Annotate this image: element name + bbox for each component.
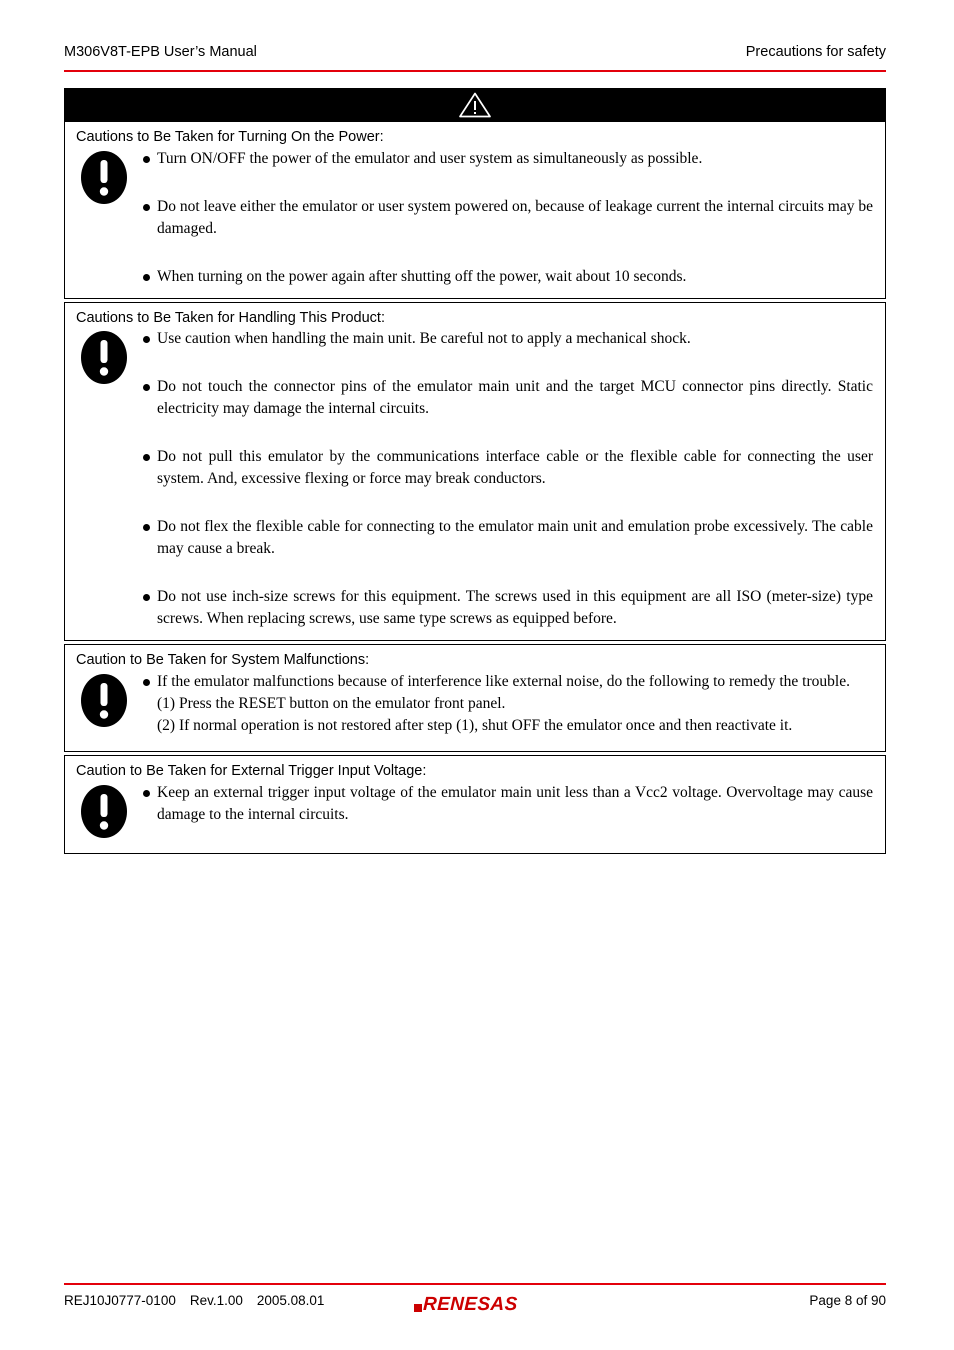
section-body: If the emulator malfunctions because of … [65, 671, 885, 751]
caution-section-external-trigger-voltage: Caution to Be Taken for External Trigger… [64, 755, 886, 854]
caution-section-turning-on-power: Cautions to Be Taken for Turning On the … [64, 122, 886, 299]
footer-document-number: REJ10J0777-0100 [64, 1293, 176, 1308]
section-body: Turn ON/OFF the power of the emulator an… [65, 148, 885, 298]
caution-section-handling-product: Cautions to Be Taken for Handling This P… [64, 301, 886, 642]
exclamation-mark-icon [81, 331, 127, 385]
bullet-list: If the emulator malfunctions because of … [143, 671, 875, 737]
exclamation-mark-icon [81, 150, 127, 204]
bullet-item: Turn ON/OFF the power of the emulator an… [143, 148, 873, 170]
footer-date: 2005.08.01 [256, 1293, 325, 1308]
footer-revision: Rev.1.00 [189, 1293, 243, 1308]
page-header: M306V8T-EPB User’s Manual Precautions fo… [64, 44, 886, 72]
precautions-container: Cautions to Be Taken for Turning On the … [64, 88, 886, 854]
bullet-item: Do not pull this emulator by the communi… [143, 446, 873, 490]
icon-cell [65, 782, 143, 839]
header-section-title: Precautions for safety [745, 44, 886, 60]
footer-document-info: REJ10J0777-0100 Rev.1.00 2005.08.01 [64, 1293, 338, 1308]
bullet-item: If the emulator malfunctions because of … [143, 671, 873, 693]
icon-cell [65, 328, 143, 385]
icon-cell [65, 148, 143, 205]
exclamation-mark-icon [81, 784, 127, 838]
bullet-item: Do not use inch-size screws for this equ… [143, 586, 873, 630]
bullet-item: Do not touch the connector pins of the e… [143, 376, 873, 420]
bullet-item: Use caution when handling the main unit.… [143, 328, 873, 350]
logo-wordmark: RENESAS [422, 1294, 519, 1315]
page-footer: REJ10J0777-0100 Rev.1.00 2005.08.01 RENESA… [64, 1283, 886, 1315]
exclamation-mark-icon [81, 674, 127, 728]
section-body: Use caution when handling the main unit.… [65, 328, 885, 640]
warning-banner [64, 88, 886, 122]
icon-cell [65, 671, 143, 728]
header-document-title: M306V8T-EPB User’s Manual [64, 44, 257, 60]
bullet-item: Do not flex the flexible cable for conne… [143, 516, 873, 560]
bullet-list: Use caution when handling the main unit.… [143, 328, 875, 630]
section-heading: Caution to Be Taken for External Trigger… [76, 763, 427, 780]
bullet-list: Turn ON/OFF the power of the emulator an… [143, 148, 875, 288]
section-heading: Cautions to Be Taken for Turning On the … [76, 129, 384, 145]
section-heading: Cautions to Be Taken for Handling This P… [76, 309, 385, 326]
sub-step-item: (1) Press the RESET button on the emulat… [157, 695, 506, 713]
warning-triangle-icon [459, 92, 491, 118]
bullet-item: When turning on the power again after sh… [143, 266, 873, 288]
bullet-item: Do not leave either the emulator or user… [143, 196, 873, 240]
bullet-list: Keep an external trigger input voltage o… [143, 782, 875, 826]
section-body: Keep an external trigger input voltage o… [65, 782, 885, 853]
bullet-item: Keep an external trigger input voltage o… [143, 782, 873, 826]
logo-square-icon [414, 1304, 422, 1312]
section-heading: Caution to Be Taken for System Malfuncti… [76, 652, 370, 669]
renesas-logo: RENESAS [414, 1294, 518, 1316]
caution-section-system-malfunctions: Caution to Be Taken for System Malfuncti… [64, 644, 886, 753]
sub-step-item: (2) If normal operation is not restored … [157, 717, 793, 735]
footer-page-number: Page 8 of 90 [809, 1293, 886, 1308]
